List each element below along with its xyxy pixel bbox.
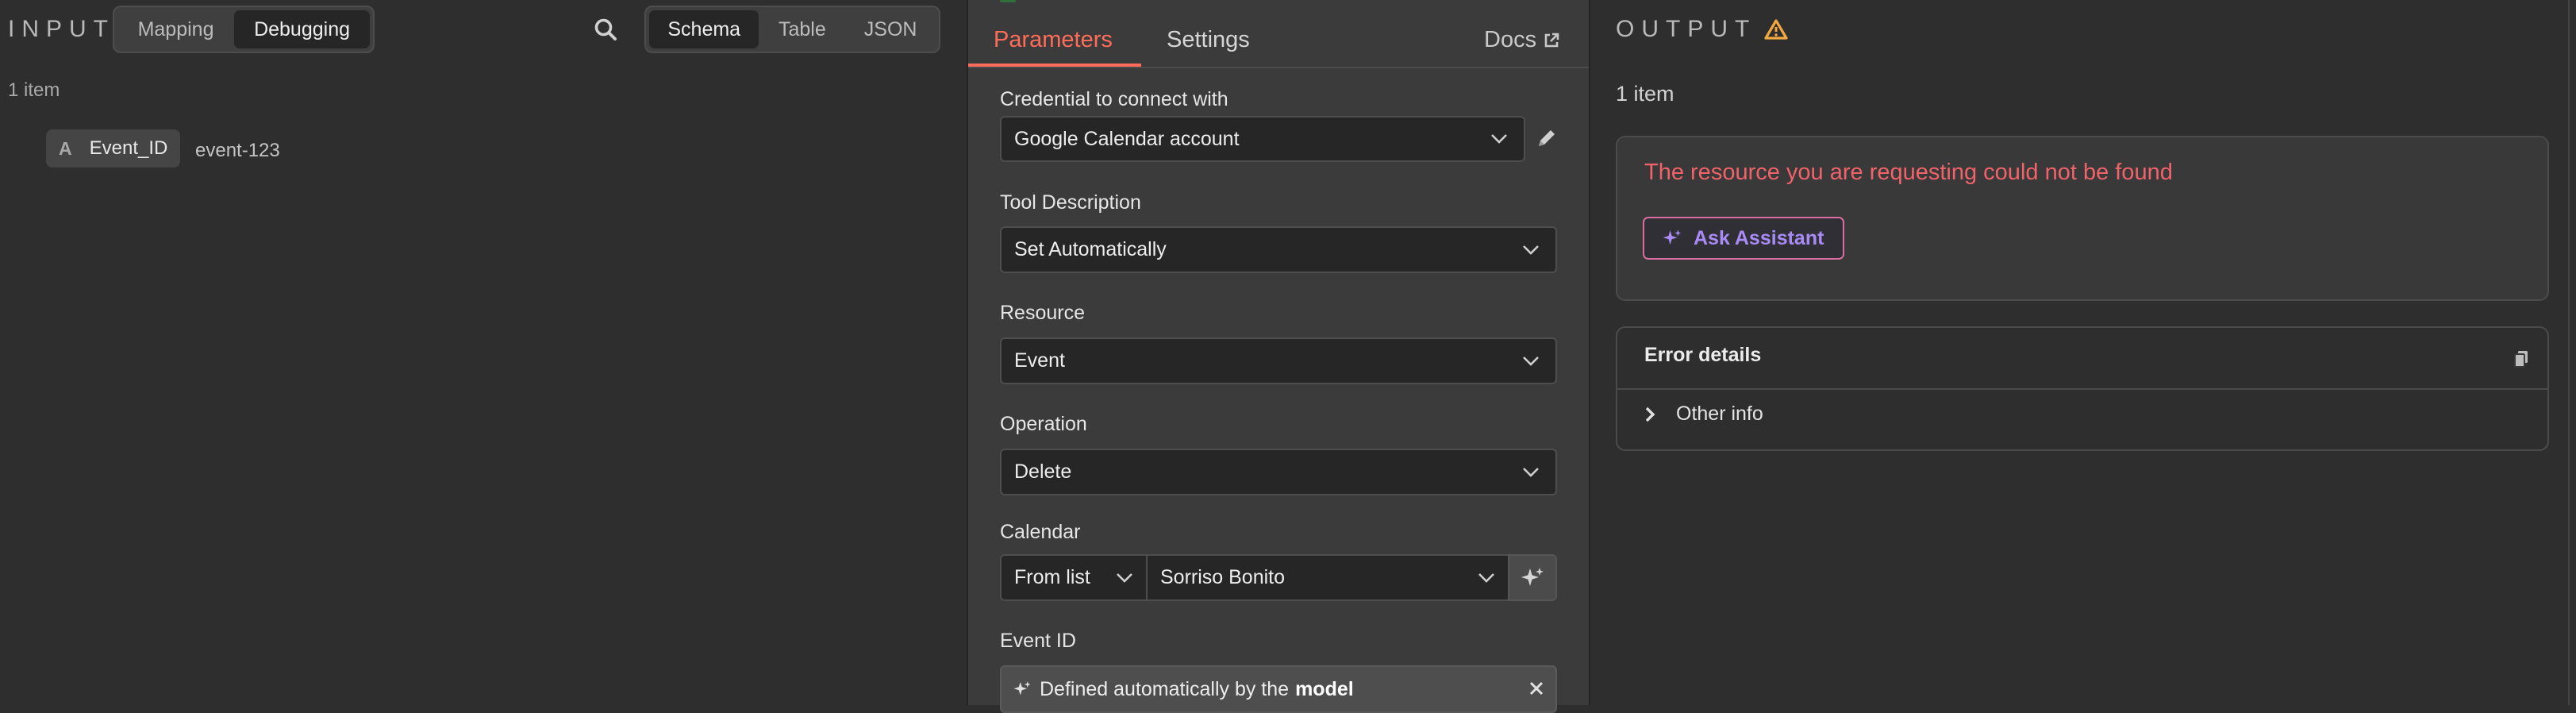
- event-id-label: Event ID: [1000, 630, 1076, 652]
- param-tabs-bar: Parameters Settings Docs: [968, 0, 1589, 68]
- event-id-auto-field[interactable]: Defined automatically by the model: [1000, 665, 1557, 713]
- credential-value: Google Calendar account: [1014, 127, 1240, 150]
- calendar-select[interactable]: Sorriso Bonito: [1146, 554, 1509, 601]
- right-edge-divider: [2568, 0, 2570, 705]
- ask-assistant-button[interactable]: Ask Assistant: [1643, 217, 1844, 260]
- output-header: OUTPUT: [1616, 16, 1788, 43]
- calendar-label: Calendar: [1000, 521, 1081, 543]
- calendar-value: Sorriso Bonito: [1160, 566, 1286, 588]
- edit-credential-icon[interactable]: [1535, 126, 1559, 150]
- tool-description-value: Set Automatically: [1014, 238, 1167, 260]
- external-link-icon: [1543, 32, 1560, 49]
- operation-select[interactable]: Delete: [1000, 449, 1557, 495]
- settings-tab[interactable]: Settings: [1167, 27, 1250, 53]
- output-panel: OUTPUT 1 item The resource you are reque…: [1590, 0, 2576, 705]
- sparkle-icon: [1662, 228, 1682, 249]
- error-details-card: Error details Other info: [1616, 326, 2549, 451]
- error-card: The resource you are requesting could no…: [1616, 136, 2549, 301]
- chevron-right-icon: [1644, 407, 1655, 422]
- input-mode-toggle: Mapping Debugging: [113, 6, 375, 53]
- calendar-mode-value: From list: [1014, 566, 1090, 588]
- input-panel-title: INPUT: [8, 16, 115, 42]
- ai-fill-button[interactable]: [1508, 554, 1557, 601]
- json-tab[interactable]: JSON: [845, 10, 936, 48]
- input-item-count: 1 item: [8, 79, 60, 101]
- active-tab-indicator: [968, 64, 1141, 67]
- chevron-down-icon: [1522, 356, 1540, 367]
- copy-icon[interactable]: [2514, 350, 2528, 368]
- input-view-toggle: Schema Table JSON: [644, 6, 940, 53]
- other-info-toggle[interactable]: Other info: [1644, 403, 1763, 426]
- tool-description-select[interactable]: Set Automatically: [1000, 226, 1557, 273]
- event-id-auto-text: Defined automatically by the: [1040, 677, 1290, 700]
- other-info-label: Other info: [1676, 403, 1763, 425]
- sparkles-icon: [1013, 680, 1032, 699]
- node-parameters-panel: Parameters Settings Docs Credential to c…: [967, 0, 1590, 713]
- output-item-count: 1 item: [1616, 82, 1674, 106]
- operation-value: Delete: [1014, 461, 1072, 483]
- chevron-down-icon: [1522, 467, 1540, 478]
- input-panel: INPUT Mapping Debugging Schema Table JSO…: [0, 0, 967, 705]
- chevron-down-icon: [1490, 133, 1508, 145]
- resource-value: Event: [1014, 349, 1065, 372]
- mapping-tab[interactable]: Mapping: [117, 10, 234, 48]
- credential-select[interactable]: Google Calendar account: [1000, 116, 1525, 162]
- docs-link[interactable]: Docs: [1484, 27, 1560, 53]
- sparkles-icon: [1520, 565, 1545, 591]
- warning-icon: [1764, 19, 1788, 40]
- operation-label: Operation: [1000, 413, 1087, 435]
- schema-field-pill[interactable]: A Event_ID: [46, 129, 181, 168]
- chevron-down-icon: [1478, 572, 1495, 584]
- docs-label: Docs: [1484, 27, 1537, 52]
- credential-label: Credential to connect with: [1000, 88, 1228, 110]
- tool-description-label: Tool Description: [1000, 191, 1141, 214]
- string-type-icon: A: [59, 137, 72, 159]
- error-message: The resource you are requesting could no…: [1644, 160, 2173, 185]
- resource-select[interactable]: Event: [1000, 337, 1557, 384]
- debugging-tab[interactable]: Debugging: [234, 10, 370, 48]
- ask-assistant-label: Ask Assistant: [1694, 226, 1824, 249]
- error-details-header: Error details: [1617, 328, 2547, 390]
- schema-field-value: event-123: [195, 140, 280, 161]
- search-icon[interactable]: [594, 17, 617, 41]
- calendar-mode-select[interactable]: From list: [1000, 554, 1148, 601]
- table-tab[interactable]: Table: [759, 10, 845, 48]
- schema-field-name: Event_ID: [89, 137, 168, 159]
- chevron-down-icon: [1522, 245, 1540, 256]
- parameters-tab[interactable]: Parameters: [994, 27, 1113, 53]
- error-details-title: Error details: [1644, 344, 1762, 366]
- output-panel-title: OUTPUT: [1616, 16, 1757, 42]
- close-icon[interactable]: [1528, 680, 1544, 696]
- event-id-auto-bold: model: [1295, 677, 1354, 700]
- chevron-down-icon: [1116, 572, 1133, 584]
- resource-label: Resource: [1000, 302, 1085, 324]
- schema-tab[interactable]: Schema: [649, 10, 759, 48]
